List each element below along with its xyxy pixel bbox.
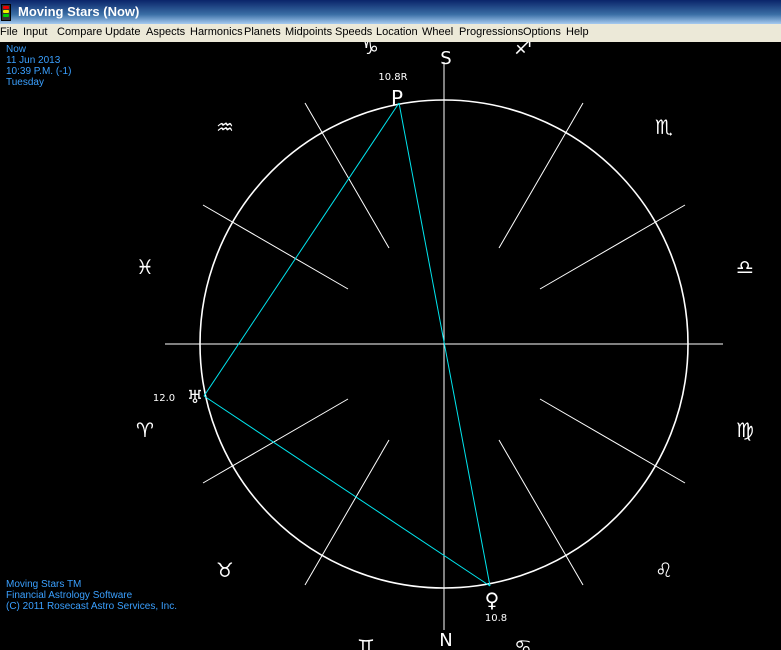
cancer-sign: ♋ <box>514 635 532 650</box>
divider-line <box>304 439 390 586</box>
aquarius-sign: ♒ <box>216 115 234 139</box>
menu-progressions[interactable]: Progressions <box>459 26 523 38</box>
uranus-glyph[interactable]: ♅ <box>187 387 203 408</box>
north-axis-label: N <box>439 630 452 650</box>
aries-sign: ♈ <box>136 418 154 442</box>
divider-line <box>202 204 349 290</box>
menu-file[interactable]: File <box>0 26 18 38</box>
divider-line <box>498 102 584 249</box>
scorpio-sign: ♏ <box>655 115 673 139</box>
taurus-sign: ♉ <box>216 558 234 582</box>
south-axis-label: S <box>440 48 451 69</box>
menu-wheel[interactable]: Wheel <box>422 26 453 38</box>
menu-speeds[interactable]: Speeds <box>335 26 372 38</box>
virgo-sign: ♍ <box>736 418 754 442</box>
divider-line <box>498 439 584 586</box>
menu-aspects[interactable]: Aspects <box>146 26 185 38</box>
pluto-glyph[interactable]: P <box>391 86 403 110</box>
capricorn-sign: ♑ <box>361 42 379 59</box>
menu-midpoints[interactable]: Midpoints <box>285 26 332 38</box>
menu-harmonics[interactable]: Harmonics <box>190 26 243 38</box>
menu-help[interactable]: Help <box>566 26 589 38</box>
pluto-degree: 10.8R <box>378 72 407 83</box>
menu-bar: File Input Compare Update Aspects Harmon… <box>0 24 781 42</box>
window-title: Moving Stars (Now) <box>18 4 140 19</box>
leo-sign: ♌ <box>655 558 673 582</box>
menu-update[interactable]: Update <box>105 26 140 38</box>
aspect-line <box>203 102 400 397</box>
traffic-light-icon[interactable] <box>1 4 11 21</box>
gemini-sign: ♊ <box>357 635 375 650</box>
menu-location[interactable]: Location <box>376 26 418 38</box>
divider-line <box>202 398 349 484</box>
venus-degree: 10.8 <box>485 613 507 624</box>
menu-compare[interactable]: Compare <box>57 26 102 38</box>
chart-wheel: S N ♑ ♐ ♏ ♎ ♍ ♌ ♋ ♊ ♉ ♈ ♓ ♒ P 10.8R ♅ 12… <box>136 42 754 650</box>
libra-sign: ♎ <box>736 255 754 279</box>
menu-input[interactable]: Input <box>23 26 47 38</box>
sagittarius-sign: ♐ <box>514 42 532 59</box>
divider-line <box>539 398 686 484</box>
venus-glyph[interactable]: ♀ <box>485 588 500 612</box>
menu-options[interactable]: Options <box>523 26 561 38</box>
title-bar: Moving Stars (Now) <box>0 0 781 24</box>
divider-line <box>539 204 686 290</box>
pisces-sign: ♓ <box>136 255 154 279</box>
divider-line <box>304 102 390 249</box>
menu-planets[interactable]: Planets <box>244 26 281 38</box>
aspect-line <box>203 395 491 587</box>
uranus-degree: 12.0 <box>153 393 175 404</box>
